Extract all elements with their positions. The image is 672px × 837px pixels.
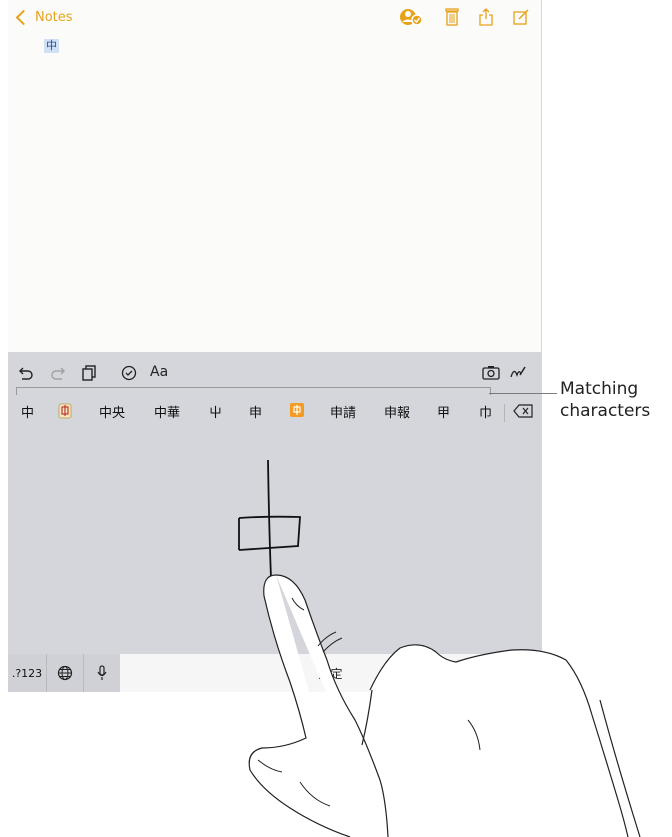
add-people-icon[interactable] [399,7,425,27]
candidate-emoji-center[interactable] [290,403,304,421]
globe-key[interactable] [46,654,84,692]
handwriting-area[interactable] [8,426,541,654]
dictation-key[interactable] [83,654,120,692]
checklist-icon[interactable] [121,365,137,385]
microphone-icon [96,665,107,680]
candidate-9[interactable]: 巾 [479,402,492,421]
callout-line-2: characters [560,401,651,421]
selected-text[interactable]: 中 [44,39,59,53]
callout-line-1: Matching [560,379,639,399]
callout-line [489,393,557,394]
candidate-6[interactable]: 申請 [330,402,356,421]
redo-icon[interactable] [50,365,66,384]
undo-icon[interactable] [18,365,34,384]
paste-icon[interactable] [82,365,96,385]
text-format-button[interactable]: Aa [150,364,168,380]
space-key[interactable]: 選定 [120,654,541,692]
globe-icon [57,665,72,681]
chevron-left-icon [15,9,32,26]
notes-nav-bar: Notes [8,0,541,36]
camera-icon[interactable] [482,365,500,384]
candidate-7[interactable]: 申報 [384,402,410,421]
ipad-screen: Notes 中 Aa 中 中央 中華 屮 申 申請 申報 甲 巾 .?123 選… [8,0,542,692]
candidate-1[interactable]: 中 [21,402,34,421]
candidate-divider [504,404,505,422]
candidate-2[interactable]: 中央 [99,402,125,421]
candidates-bracket [16,387,491,395]
candidate-emoji-mahjong[interactable] [58,403,72,423]
handwriting-keyboard: Aa 中 中央 中華 屮 申 申請 申報 甲 巾 .?123 選定 [8,352,541,692]
candidate-3[interactable]: 中華 [154,402,180,421]
trash-icon[interactable] [445,8,459,26]
back-button[interactable]: Notes [15,9,73,26]
back-label: Notes [35,10,73,25]
candidate-5[interactable]: 申 [249,402,262,421]
numbers-key[interactable]: .?123 [8,654,47,692]
handwritten-stroke [238,459,301,579]
callout-label: Matching characters [560,378,650,422]
delete-key-icon[interactable] [513,403,533,422]
keyboard-bottom-row: .?123 選定 [8,654,541,692]
candidate-8[interactable]: 甲 [437,402,450,421]
sketch-icon[interactable] [510,365,526,384]
candidate-4[interactable]: 屮 [209,402,222,421]
share-icon[interactable] [479,8,493,26]
compose-icon[interactable] [513,9,529,25]
top-toolbar [399,7,529,27]
